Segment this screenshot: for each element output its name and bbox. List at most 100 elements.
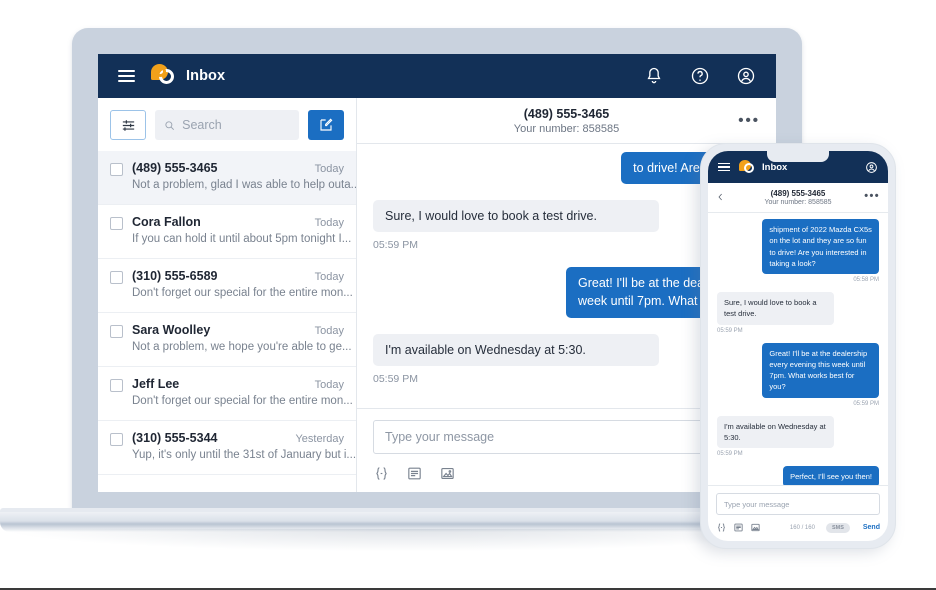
conversation-top-row: (489) 555-3465Today <box>132 161 344 175</box>
conversation-checkbox[interactable] <box>110 217 123 230</box>
character-counter: 160 / 160 <box>790 525 815 531</box>
sidebar-toolbar <box>98 98 356 151</box>
app-body: (489) 555-3465TodayNot a problem, glad I… <box>98 98 776 492</box>
conversation-name: (310) 555-5344 <box>132 431 217 445</box>
message-bubble: I'm available on Wednesday at 5:30. <box>717 416 834 449</box>
template-icon[interactable] <box>406 465 423 482</box>
more-options-icon[interactable]: ••• <box>864 190 880 202</box>
laptop-shadow <box>10 529 810 551</box>
account-circle-icon[interactable] <box>865 161 878 174</box>
conversation-checkbox[interactable] <box>110 163 123 176</box>
header-actions <box>644 66 756 86</box>
search-box[interactable] <box>155 110 299 140</box>
send-button[interactable]: Send <box>863 524 880 531</box>
more-options-icon[interactable]: ••• <box>738 112 760 129</box>
template-icon[interactable] <box>733 522 744 533</box>
conversation-top-row: (310) 555-5344 Yesterday <box>132 431 344 445</box>
merge-field-icon[interactable] <box>716 522 727 533</box>
phone-composer-input-wrap[interactable] <box>716 493 880 515</box>
screenshot-stage: Inbox <box>0 0 936 590</box>
search-icon <box>164 119 175 132</box>
conversation-snippet: If you can hold it until about 5pm tonig… <box>132 233 351 245</box>
laptop-device-frame: Inbox <box>72 28 802 518</box>
phone-composer-tools: 160 / 160 SMS Send <box>716 522 880 533</box>
message-timestamp: 05:59 PM <box>853 401 879 407</box>
conversation-timestamp: Today <box>309 163 344 175</box>
conversation-list-item[interactable]: (310) 555-6589 Today Don't forget our spec… <box>98 259 356 313</box>
phone-channel-badge[interactable]: SMS <box>826 523 850 533</box>
conversation-name: (310) 555-6589 <box>132 269 217 283</box>
phone-thread-your-number: Your number: 858585 <box>764 199 831 206</box>
thread-header: (489) 555-3465 Your number: 858585 ••• <box>357 98 776 144</box>
image-attach-icon[interactable] <box>439 465 456 482</box>
conversation-top-row: Jeff Lee Today <box>132 377 344 391</box>
conversation-snippet: Yup, it's only until the 31st of January… <box>132 449 356 461</box>
incoming-message: I'm available on Wednesday at 5:30. 05:59… <box>717 416 879 458</box>
back-chevron-icon[interactable] <box>716 191 725 206</box>
conversation-name: Jeff Lee <box>132 377 179 391</box>
phone-notch <box>767 151 829 162</box>
conversation-checkbox[interactable] <box>110 433 123 446</box>
image-attach-icon[interactable] <box>750 522 761 533</box>
hamburger-icon[interactable] <box>718 163 730 172</box>
message-timestamp: 05:58 PM <box>853 277 879 283</box>
compose-button[interactable] <box>308 110 344 140</box>
conversation-timestamp: Today <box>309 325 344 337</box>
filter-button[interactable] <box>110 110 146 140</box>
thread-contact-number: (489) 555-3465 <box>524 107 609 121</box>
phone-app-title: Inbox <box>762 162 787 173</box>
brand-logo-icon <box>739 159 756 176</box>
message-bubble: Perfect, I'll see you then! <box>783 466 879 485</box>
phone-message-input[interactable] <box>724 500 872 509</box>
question-circle-icon[interactable] <box>690 66 710 86</box>
message-bubble: Great! I'll be at the dealership every e… <box>762 343 879 398</box>
conversation-checkbox[interactable] <box>110 325 123 338</box>
phone-screen: Inbox (489) 555-3465 Your number: 858585… <box>708 151 888 541</box>
conversation-name: Cora Fallon <box>132 215 201 229</box>
outgoing-message: shipment of 2022 Mazda CX5s on the lot a… <box>717 219 879 283</box>
app-title: Inbox <box>186 68 225 84</box>
conversation-snippet: Not a problem, glad I was able to help o… <box>132 179 356 191</box>
conversation-checkbox[interactable] <box>110 379 123 392</box>
conversation-list[interactable]: (489) 555-3465Today Not a problem, glad I… <box>98 151 356 492</box>
search-input[interactable] <box>182 118 290 132</box>
message-bubble: I'm available on Wednesday at 5:30. <box>373 334 659 366</box>
conversation-content: (489) 555-3465TodayNot a problem, glad I… <box>132 161 344 193</box>
conversation-timestamp: Today <box>309 379 344 391</box>
conversation-list-item[interactable]: (310) 555-5344 Yesterday Yup, it's only un… <box>98 421 356 475</box>
conversation-snippet: Don't forget our special for the entire … <box>132 395 353 407</box>
merge-field-icon[interactable] <box>373 465 390 482</box>
conversation-content: (310) 555-6589TodayDon't forget our spec… <box>132 269 344 301</box>
conversation-sidebar: (489) 555-3465Today Not a problem, glad I… <box>98 98 357 492</box>
conversation-content: Cora FallonTodayIf you can hold it until… <box>132 215 344 247</box>
conversation-content: Sara WoolleyTodayNot a problem, we hope … <box>132 323 344 355</box>
conversation-list-item[interactable]: (489) 555-3465Today Not a problem, glad I… <box>98 151 356 205</box>
conversation-top-row: Sara WoolleyToday <box>132 323 344 337</box>
conversation-timestamp: Yesterday <box>289 433 344 445</box>
phone-message-scroll-area[interactable]: shipment of 2022 Mazda CX5s on the lot a… <box>708 213 888 485</box>
outgoing-message: Great! I'll be at the dealership every e… <box>717 343 879 407</box>
phone-message-composer: 160 / 160 SMS Send <box>708 485 888 541</box>
conversation-snippet: Not a problem, we hope you're able to ge… <box>132 341 352 353</box>
conversation-timestamp: Today <box>309 271 344 283</box>
phone-device-frame: Inbox (489) 555-3465 Your number: 858585… <box>700 143 896 549</box>
conversation-content: (310) 555-5344YesterdayYup, it's only un… <box>132 431 344 463</box>
thread-your-number: Your number: 858585 <box>514 123 619 135</box>
phone-thread-header: (489) 555-3465 Your number: 858585 ••• <box>708 183 888 213</box>
account-circle-icon[interactable] <box>736 66 756 86</box>
message-bubble: Sure, I would love to book a test drive. <box>373 200 659 232</box>
conversation-list-item[interactable]: Cora FallonToday If you can hold it until… <box>98 205 356 259</box>
conversation-snippet: Don't forget our special for the entire … <box>132 287 353 299</box>
hamburger-icon[interactable] <box>118 70 135 82</box>
message-timestamp: 05:59 PM <box>717 328 879 334</box>
conversation-list-item[interactable]: Jeff Lee Today Don't forget our special fo… <box>98 367 356 421</box>
conversation-list-item[interactable]: Sara WoolleyToday Not a problem, we hope … <box>98 313 356 367</box>
phone-thread-contact-number: (489) 555-3465 <box>771 189 826 198</box>
message-timestamp: 05:59 PM <box>717 451 879 457</box>
app-header: Inbox <box>98 54 776 98</box>
bell-icon[interactable] <box>644 66 664 86</box>
message-input[interactable] <box>385 430 748 444</box>
conversation-checkbox[interactable] <box>110 271 123 284</box>
conversation-top-row: Cora FallonToday <box>132 215 344 229</box>
message-bubble: shipment of 2022 Mazda CX5s on the lot a… <box>762 219 879 274</box>
